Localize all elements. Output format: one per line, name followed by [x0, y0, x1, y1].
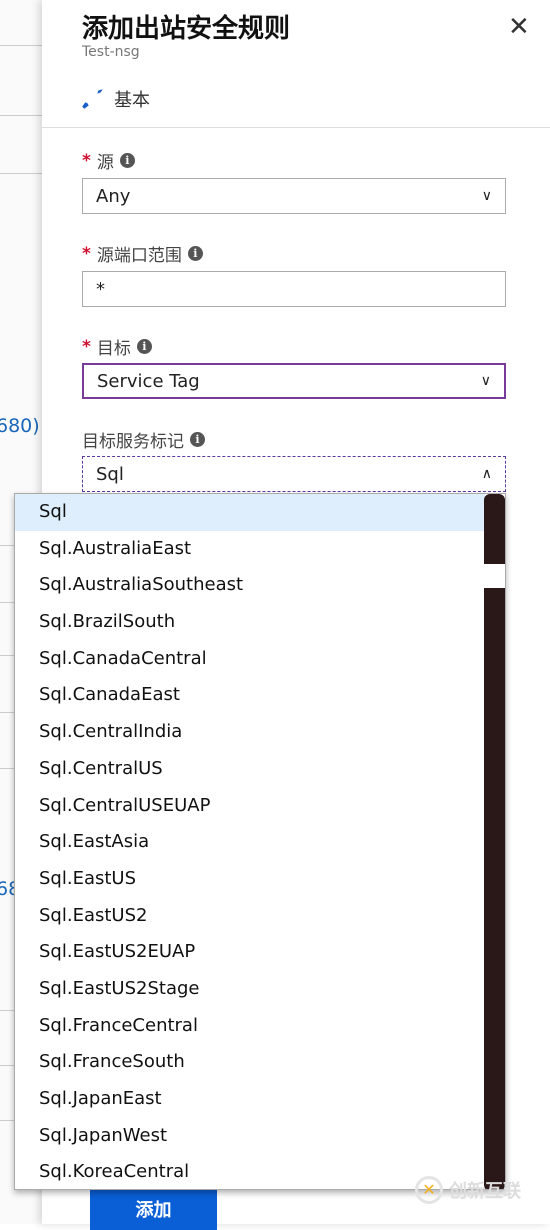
tab-label: 基本 [114, 90, 150, 111]
scrollbar[interactable] [484, 494, 505, 1189]
dropdown-option[interactable]: Sql.CentralUSEUAP [15, 788, 485, 825]
panel-subtitle: Test-nsg [82, 44, 140, 60]
info-icon[interactable]: i [119, 153, 135, 168]
label-text: 目标 [96, 339, 131, 359]
dropdown-option[interactable]: Sql.AustraliaSoutheast [15, 567, 485, 604]
dropdown-option[interactable]: Sql.CanadaEast [15, 677, 485, 714]
wrench-icon [82, 89, 103, 109]
dropdown-option[interactable]: Sql.JapanEast [15, 1081, 485, 1118]
background-text: 680) [0, 415, 40, 437]
select-value: Sql [96, 463, 124, 485]
dropdown-option[interactable]: Sql.EastUS2EUAP [15, 934, 485, 971]
required-marker: * [82, 150, 91, 171]
dropdown-option[interactable]: Sql.CentralIndia [15, 714, 485, 751]
watermark-logo-icon: ✕ [415, 1176, 443, 1204]
destination-service-tag-select[interactable]: Sql ∧ [82, 456, 506, 492]
dropdown-option[interactable]: Sql [15, 494, 485, 531]
required-marker: * [82, 336, 91, 357]
source-label: * 源 i [82, 148, 135, 173]
dropdown-option[interactable]: Sql.BrazilSouth [15, 604, 485, 641]
select-value: Any [96, 185, 131, 207]
divider [0, 173, 42, 174]
watermark: ✕ 创新互联 [415, 1176, 521, 1204]
input-value: * [96, 278, 105, 300]
divider [0, 45, 42, 46]
divider [42, 127, 550, 128]
dropdown-option[interactable]: Sql.FranceSouth [15, 1044, 485, 1081]
info-icon[interactable]: i [190, 432, 205, 447]
panel-title: 添加出站安全规则 [82, 14, 291, 44]
tab-basic[interactable]: 基本 [80, 86, 150, 112]
source-select[interactable]: Any ∨ [82, 178, 506, 214]
dropdown-option[interactable]: Sql.CanadaCentral [15, 641, 485, 678]
dropdown-option[interactable]: Sql.EastUS2 [15, 898, 485, 935]
select-value: Service Tag [97, 370, 200, 392]
destination-service-tag-label: 目标服务标记 i [82, 427, 205, 452]
service-tag-dropdown-list: Sql Sql.AustraliaEast Sql.AustraliaSouthea… [14, 493, 506, 1190]
dropdown-option[interactable]: Sql.JapanWest [15, 1118, 485, 1155]
chevron-down-icon: ∨ [480, 373, 491, 389]
dropdown-option[interactable]: Sql.EastAsia [15, 824, 485, 861]
label-text: 源 [96, 153, 114, 173]
chevron-down-icon: ∨ [481, 188, 492, 204]
divider [0, 115, 42, 116]
close-icon[interactable]: ✕ [508, 12, 530, 42]
chevron-up-icon: ∧ [481, 466, 492, 482]
source-port-input[interactable]: * [82, 271, 506, 307]
destination-label: * 目标 i [82, 334, 152, 359]
dropdown-option[interactable]: Sql.FranceCentral [15, 1008, 485, 1045]
info-icon[interactable]: i [187, 246, 203, 261]
dropdown-option[interactable]: Sql.CentralUS [15, 751, 485, 788]
label-text: 源端口范围 [96, 246, 182, 266]
watermark-text: 创新互联 [449, 1181, 521, 1202]
scrollbar-thumb[interactable] [484, 564, 505, 588]
add-button[interactable]: 添加 [90, 1190, 217, 1230]
destination-select[interactable]: Service Tag ∨ [82, 363, 506, 399]
dropdown-option[interactable]: Sql.EastUS [15, 861, 485, 898]
info-icon[interactable]: i [136, 339, 152, 354]
required-marker: * [82, 243, 91, 264]
dropdown-option[interactable]: Sql.AustraliaEast [15, 531, 485, 568]
source-port-label: * 源端口范围 i [82, 241, 203, 266]
dropdown-option[interactable]: Sql.EastUS2Stage [15, 971, 485, 1008]
label-text: 目标服务标记 [82, 432, 184, 452]
